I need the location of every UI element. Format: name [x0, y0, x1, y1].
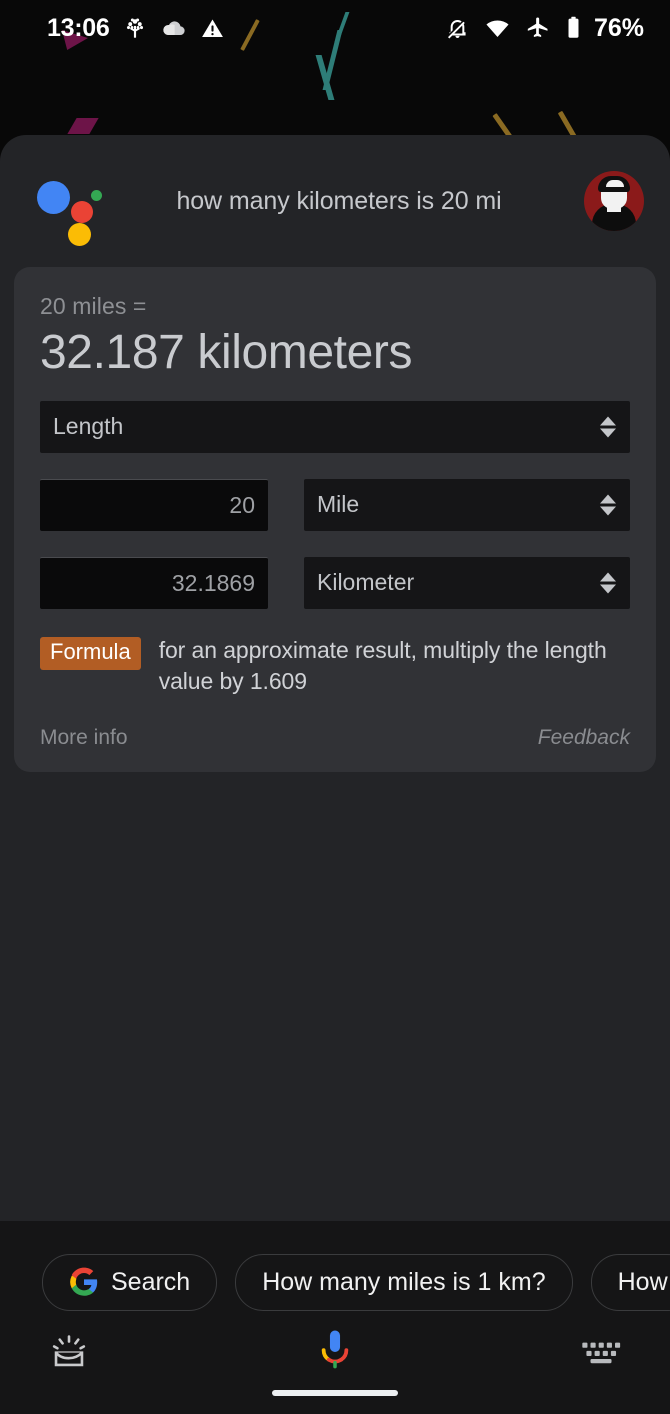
notifications-off-icon	[445, 16, 470, 41]
more-info-link[interactable]: More info	[40, 726, 128, 750]
avatar[interactable]	[584, 171, 644, 231]
status-time: 13:06	[47, 13, 110, 42]
spinner-arrows-icon[interactable]	[600, 494, 616, 516]
battery-percent: 76%	[593, 13, 644, 42]
to-unit-select[interactable]: Kilometer	[304, 556, 630, 609]
formula-text: for an approximate result, multiply the …	[158, 636, 607, 695]
query-row: how many kilometers is 20 mi	[0, 135, 670, 267]
conversion-result: 32.187 kilometers	[40, 326, 413, 379]
wallpaper-accent	[67, 118, 99, 134]
spinner-up-arrow	[600, 572, 616, 582]
suggestion-chip-label: How	[617, 1267, 668, 1296]
status-bar-left: 13:06	[0, 14, 225, 43]
google-mic-icon[interactable]	[315, 1328, 355, 1376]
suggestion-chip-search[interactable]: Search	[42, 1253, 218, 1311]
from-value-text: 20	[229, 491, 255, 518]
suggestion-chips[interactable]: Search How many miles is 1 km? How	[0, 1221, 670, 1321]
avatar-hair-part	[606, 180, 624, 187]
warning-triangle-icon	[200, 16, 225, 41]
from-unit-value: Mile	[317, 491, 360, 518]
spinner-down-arrow	[600, 584, 616, 594]
status-bar-right: 76%	[445, 14, 670, 43]
to-row: 32.1869 Kilometer	[40, 556, 630, 609]
suggestion-chip-miles[interactable]: How many miles is 1 km?	[235, 1253, 573, 1311]
unit-converter-card: 20 miles = 32.187 kilometers Length 20 M…	[14, 267, 656, 773]
spinner-down-arrow	[600, 428, 616, 438]
to-value-input[interactable]: 32.1869	[40, 556, 268, 609]
to-value-text: 32.1869	[171, 569, 255, 596]
spinner-up-arrow	[600, 416, 616, 426]
status-bar: 13:06 76%	[0, 0, 670, 56]
assistant-panel: how many kilometers is 20 mi 20 miles = …	[0, 135, 670, 1221]
to-unit-wrap: Kilometer	[304, 556, 630, 609]
home-indicator[interactable]	[272, 1390, 398, 1396]
wifi-icon	[485, 16, 510, 41]
spinner-up-arrow	[600, 494, 616, 504]
suggestion-chip-label: How many miles is 1 km?	[262, 1267, 546, 1296]
to-value-wrap: 32.1869	[40, 556, 268, 609]
assistant-dot-red	[71, 201, 93, 223]
bottom-bar: Search How many miles is 1 km? How	[0, 1221, 670, 1414]
suggestion-chip-label: Search	[111, 1267, 191, 1296]
tree-icon	[122, 15, 148, 41]
formula-badge: Formula	[40, 636, 141, 670]
spinner-arrows-icon[interactable]	[600, 416, 616, 438]
google-g-icon	[69, 1267, 99, 1297]
from-unit-wrap: Mile	[304, 478, 630, 531]
assistant-dot-green	[91, 190, 102, 201]
assistant-dot-blue	[37, 181, 70, 214]
google-assistant-icon[interactable]	[34, 171, 102, 246]
card-links: More info Feedback	[40, 726, 630, 750]
from-value-wrap: 20	[40, 478, 268, 531]
category-select-value: Length	[53, 413, 124, 440]
cloud-icon	[161, 15, 187, 41]
category-row: Length	[40, 400, 630, 453]
assistant-dot-yellow	[68, 223, 91, 246]
query-text: how many kilometers is 20 mi	[176, 186, 502, 215]
from-value-input[interactable]: 20	[40, 478, 268, 531]
conversion-subtitle: 20 miles =	[40, 293, 147, 319]
assistant-toolbar	[0, 1321, 670, 1383]
airplane-mode-icon	[525, 16, 550, 41]
from-row: 20 Mile	[40, 478, 630, 531]
to-unit-value: Kilometer	[317, 569, 415, 596]
explore-lens-icon[interactable]	[48, 1332, 90, 1372]
battery-icon	[565, 15, 582, 41]
keyboard-icon[interactable]	[580, 1338, 622, 1366]
spinner-down-arrow	[600, 506, 616, 516]
category-select[interactable]: Length	[40, 400, 630, 453]
suggestion-chip-third[interactable]: How	[590, 1253, 670, 1311]
formula-row: Formula for an approximate result, multi…	[40, 635, 630, 698]
spinner-arrows-icon[interactable]	[600, 572, 616, 594]
feedback-link[interactable]: Feedback	[538, 726, 630, 750]
from-unit-select[interactable]: Mile	[304, 478, 630, 531]
